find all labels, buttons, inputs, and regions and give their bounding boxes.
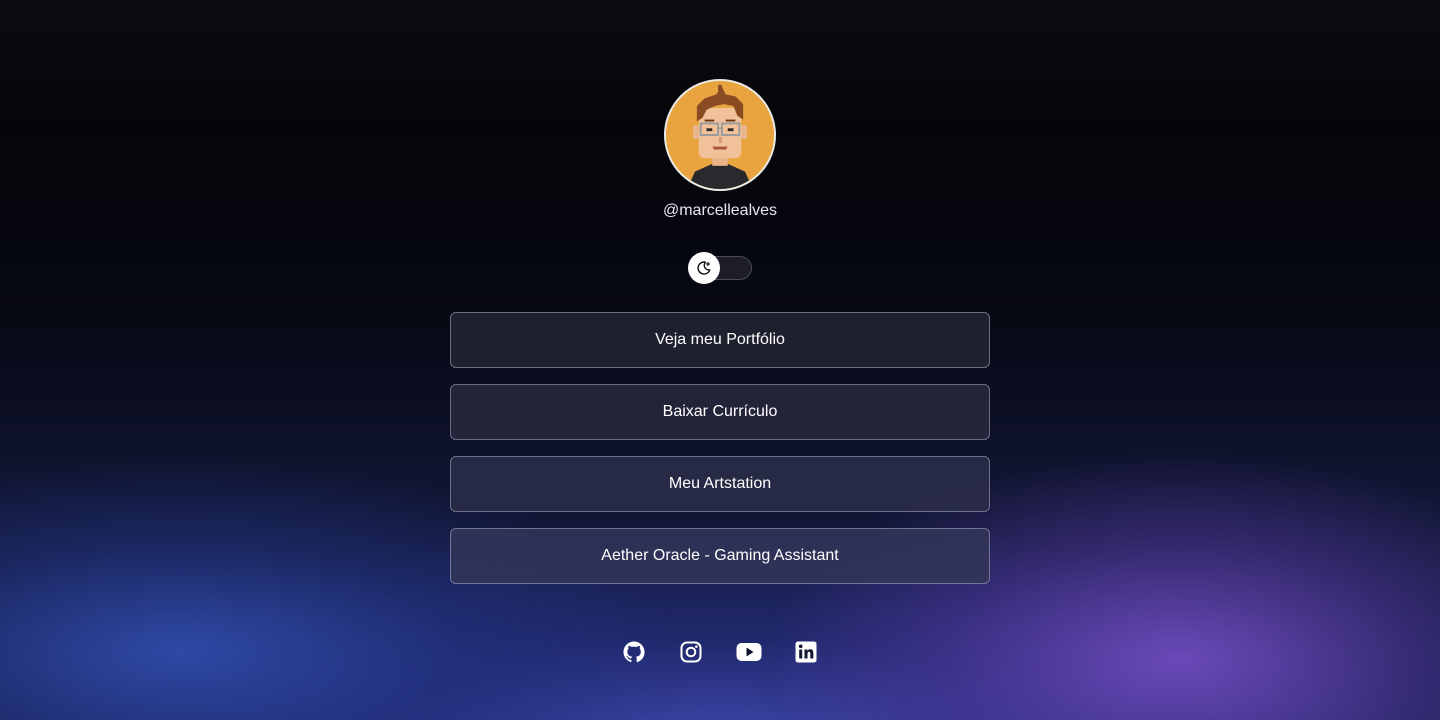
toggle-knob[interactable] (688, 252, 720, 284)
linkedin-icon (795, 641, 817, 663)
theme-toggle[interactable] (688, 252, 752, 284)
instagram-icon (680, 641, 702, 663)
portfolio-link-button[interactable]: Veja meu Portfólio (450, 312, 990, 368)
download-resume-button[interactable]: Baixar Currículo (450, 384, 990, 440)
social-links (620, 640, 820, 664)
username: @marcellealves (662, 202, 778, 219)
link-page: @marcellealves Veja meu Portfólio Baixar… (0, 0, 1440, 720)
avatar (664, 79, 776, 191)
aether-oracle-link-button[interactable]: Aether Oracle - Gaming Assistant (450, 528, 990, 584)
linkedin-link[interactable] (792, 640, 820, 664)
link-list: Veja meu Portfólio Baixar Currículo Meu … (450, 312, 990, 600)
instagram-link[interactable] (677, 640, 705, 664)
github-icon (623, 641, 645, 663)
youtube-link[interactable] (735, 640, 763, 664)
artstation-link-button[interactable]: Meu Artstation (450, 456, 990, 512)
github-link[interactable] (620, 640, 648, 664)
moon-icon (697, 261, 711, 275)
youtube-icon (736, 643, 762, 661)
pixel-avatar-illustration (666, 81, 774, 189)
